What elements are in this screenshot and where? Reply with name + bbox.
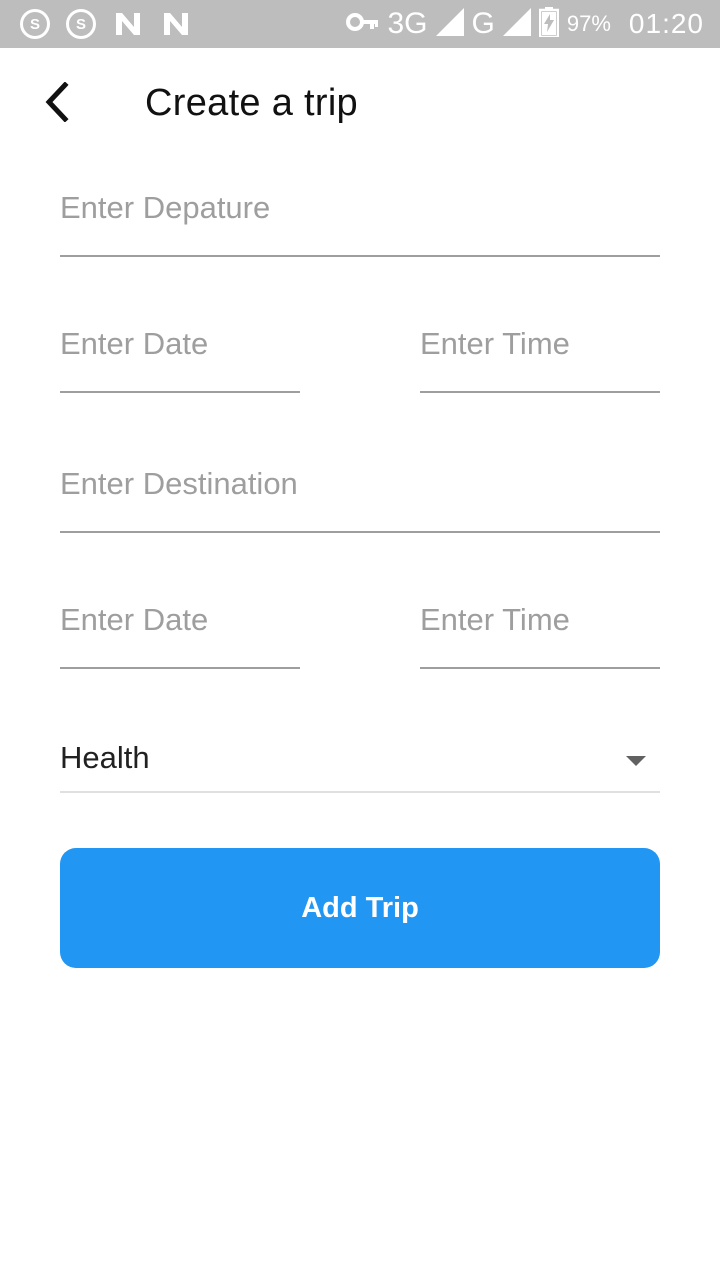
page-title: Create a trip: [145, 82, 358, 124]
s-circle-icon: S: [66, 9, 96, 39]
departure-date-input[interactable]: [60, 320, 300, 368]
n-icon: [160, 9, 192, 39]
dropdown-arrow-icon: [626, 756, 646, 766]
arrival-date-field: [60, 596, 300, 669]
n-icon: [112, 9, 144, 39]
destination-input[interactable]: [60, 460, 660, 508]
arrival-date-input[interactable]: [60, 596, 300, 644]
status-bar: S S 3G G 97% 01:20: [0, 0, 720, 48]
departure-field: [60, 184, 660, 257]
network-g-label: G: [471, 7, 495, 40]
s-circle-icon: S: [20, 9, 50, 39]
clock: 01:20: [628, 8, 704, 39]
status-bar-system: 3G G 97% 01:20: [345, 6, 705, 42]
battery-percent: 97%: [566, 11, 611, 36]
category-selected-value: Health: [60, 740, 150, 775]
key-icon: [345, 12, 380, 37]
departure-time-field: [420, 320, 660, 393]
back-button[interactable]: [28, 72, 84, 136]
signal-icon: [502, 7, 531, 41]
signal-icon: [435, 7, 464, 41]
arrival-time-field: [420, 596, 660, 669]
network-3g-label: 3G: [387, 7, 428, 40]
status-bar-notifications: S S: [20, 8, 192, 40]
departure-input[interactable]: [60, 184, 660, 232]
battery-charging-icon: [538, 6, 560, 42]
category-dropdown[interactable]: Health: [60, 730, 660, 793]
chevron-left-icon: [41, 80, 71, 127]
app-bar: Create a trip: [0, 48, 720, 160]
arrival-time-input[interactable]: [420, 596, 660, 644]
destination-field: [60, 460, 660, 533]
departure-date-field: [60, 320, 300, 393]
departure-time-input[interactable]: [420, 320, 660, 368]
add-trip-button[interactable]: Add Trip: [60, 848, 660, 968]
